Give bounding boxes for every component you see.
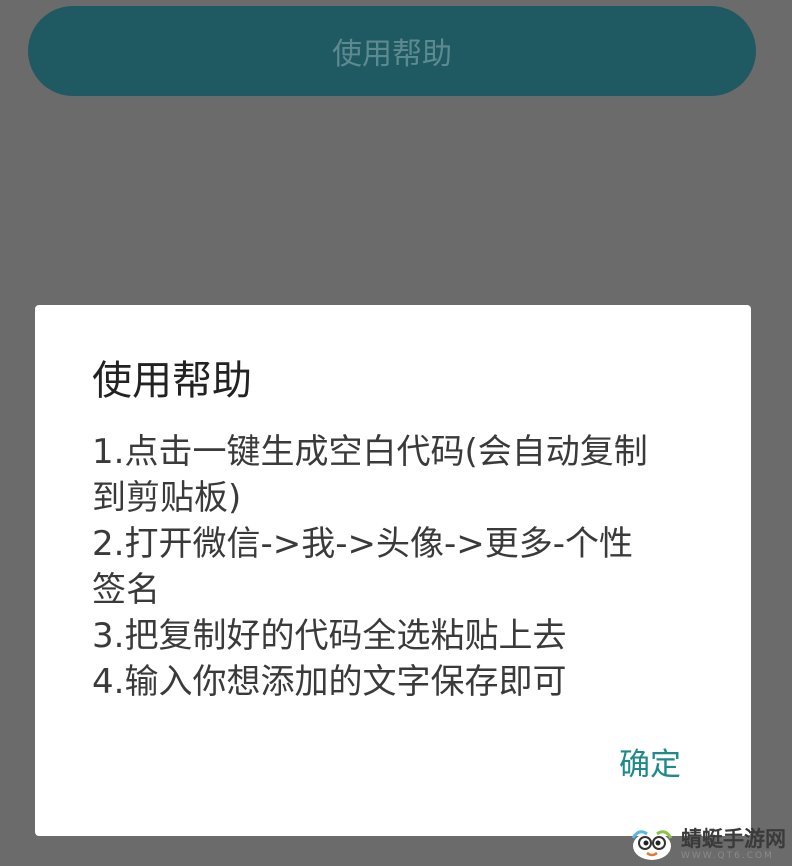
message-line: 2.打开微信->我->头像->更多-个性 [92, 524, 633, 564]
message-line: 3.把复制好的代码全选粘贴上去 [92, 616, 567, 656]
message-line: 签名 [92, 570, 160, 610]
watermark-name: 蜻蜓手游网 [681, 827, 786, 851]
dialog-title: 使用帮助 [92, 358, 252, 404]
dialog-message: 1.点击一键生成空白代码(会自动复制 到剪贴板) 2.打开微信->我->头像->… [92, 429, 702, 705]
confirm-button[interactable]: 确定 [619, 745, 681, 785]
watermark: 蜻蜓手游网 WWW.QT6.COM [629, 826, 786, 862]
help-button[interactable]: 使用帮助 [28, 6, 756, 96]
message-line: 4.输入你想添加的文字保存即可 [92, 662, 567, 702]
message-line: 到剪贴板) [92, 478, 242, 518]
message-line: 1.点击一键生成空白代码(会自动复制 [92, 432, 648, 472]
dragonfly-logo-icon [629, 826, 675, 862]
app-screen: 使用帮助 使用帮助 1.点击一键生成空白代码(会自动复制 到剪贴板) 2.打开微… [0, 0, 792, 866]
help-dialog: 使用帮助 1.点击一键生成空白代码(会自动复制 到剪贴板) 2.打开微信->我-… [35, 305, 751, 836]
watermark-url: WWW.QT6.COM [681, 851, 774, 861]
